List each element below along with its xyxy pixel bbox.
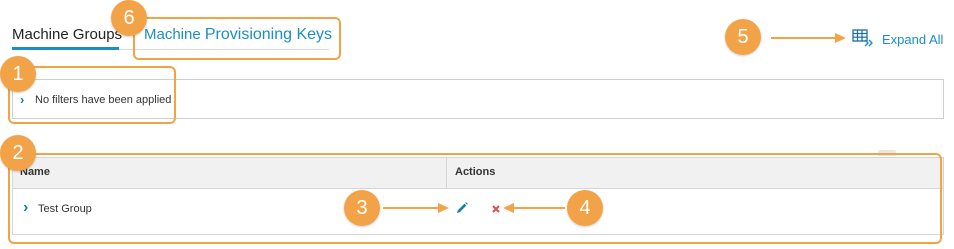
callout-badge-5: 5 — [725, 19, 761, 55]
callout-badge-3: 3 — [344, 190, 380, 226]
callout-badge-1: 1 — [0, 56, 36, 92]
callout-badge-6: 6 — [111, 0, 147, 36]
callout-arrows — [383, 33, 846, 213]
callout-badge-4: 4 — [567, 190, 603, 226]
callout-badge-2: 2 — [0, 135, 36, 171]
